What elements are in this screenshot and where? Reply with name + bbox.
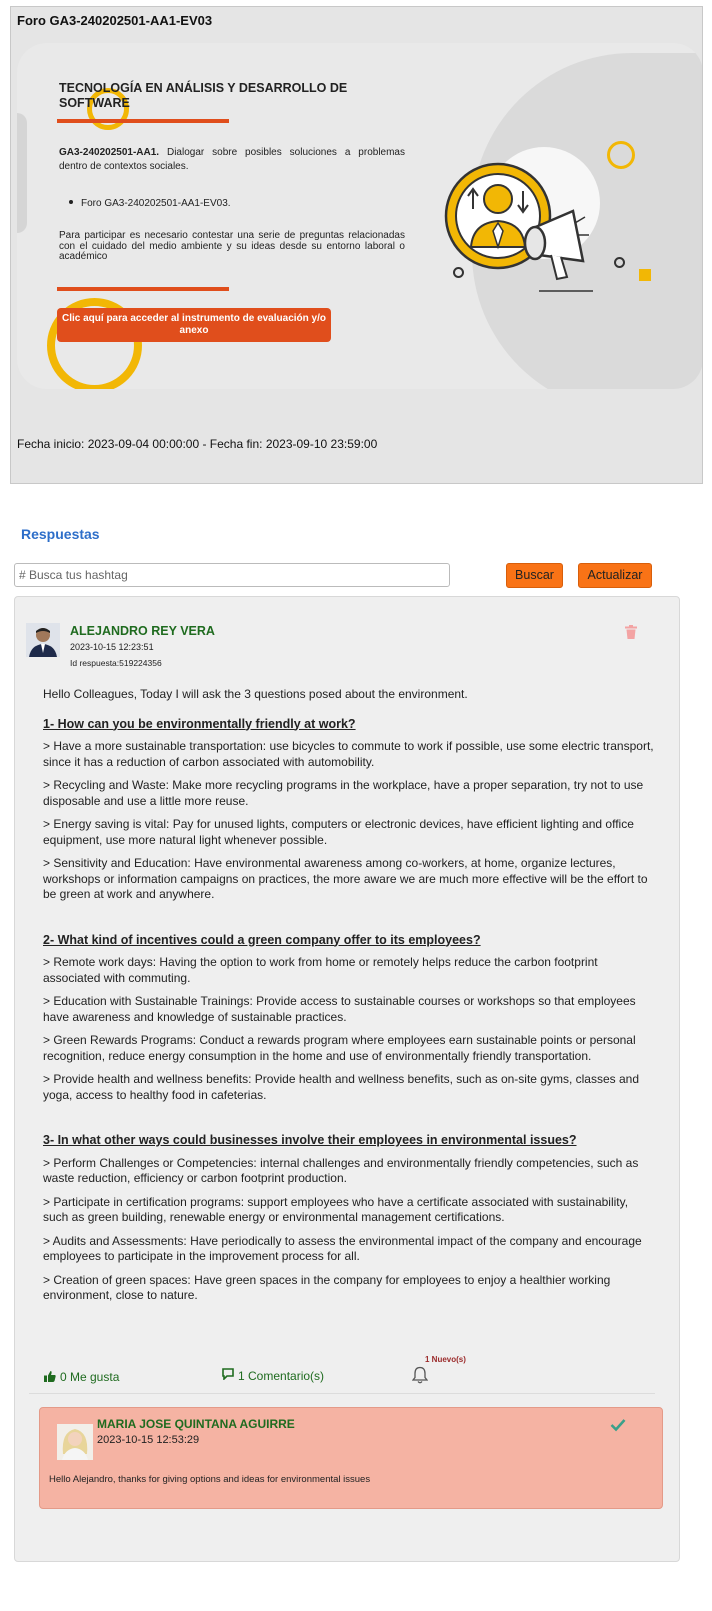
divider-line: [57, 287, 229, 291]
search-button[interactable]: Buscar: [506, 563, 563, 588]
question-heading: 3- In what other ways could businesses i…: [43, 1133, 577, 1147]
yellow-square-decoration: [639, 269, 651, 281]
participation-text: Para participar es necesario contestar u…: [59, 230, 405, 262]
answer-item: > Have a more sustainable transportation…: [43, 739, 654, 769]
hashtag-search-input[interactable]: [14, 563, 450, 587]
post-intro: Hello Colleagues, Today I will ask the 3…: [43, 687, 468, 701]
banner-decoration: [17, 113, 27, 233]
comments-button[interactable]: 1 Comentario(s): [222, 1368, 324, 1383]
comment-timestamp: 2023-10-15 12:53:29: [97, 1434, 200, 1446]
trash-icon[interactable]: [625, 625, 637, 639]
avatar: [57, 1424, 93, 1460]
comment-text: Hello Alejandro, thanks for giving optio…: [49, 1474, 371, 1485]
check-icon[interactable]: [610, 1418, 626, 1432]
responses-title: Respuestas: [21, 526, 100, 542]
activity-code: GA3-240202501-AA1.: [59, 147, 160, 158]
divider-line: [57, 119, 229, 123]
forum-panel: Foro GA3-240202501-AA1-EV03 TECNOLOGÍA E…: [10, 6, 703, 484]
activity-list-item: Foro GA3-240202501-AA1-EV03.: [81, 198, 231, 209]
post-body: Hello Colleagues, Today I will ask the 3…: [43, 687, 655, 1312]
answer-item: > Recycling and Waste: Make more recycli…: [43, 778, 644, 808]
answer-item: > Remote work days: Having the option to…: [43, 955, 598, 985]
activity-description: GA3-240202501-AA1. Dialogar sobre posibl…: [59, 146, 405, 174]
divider: [29, 1393, 655, 1394]
activity-list: Foro GA3-240202501-AA1-EV03.: [59, 198, 231, 209]
post-author[interactable]: ALEJANDRO REY VERA: [70, 624, 215, 638]
question-heading: 2- What kind of incentives could a green…: [43, 932, 481, 947]
avatar: [26, 623, 60, 657]
evaluation-instrument-button[interactable]: Clic aquí para acceder al instrumento de…: [57, 308, 331, 342]
user-avatar-icon: [26, 623, 60, 657]
bell-icon[interactable]: [412, 1366, 428, 1384]
answer-item: > Perform Challenges or Competencies: in…: [43, 1155, 639, 1186]
like-button[interactable]: 0 Me gusta: [44, 1370, 119, 1384]
post-card: ALEJANDRO REY VERA 2023-10-15 12:23:51 I…: [14, 596, 680, 1562]
post-actions: 0 Me gusta 1 Comentario(s) 1 Nuevo(s): [15, 1355, 681, 1387]
likes-count: 0 Me gusta: [60, 1370, 120, 1384]
post-timestamp: 2023-10-15 12:23:51: [70, 642, 154, 652]
question-heading: 1- How can you be environmentally friend…: [43, 716, 356, 731]
forum-banner: TECNOLOGÍA EN ANÁLISIS Y DESARROLLO DE S…: [17, 43, 702, 389]
answer-item: > Green Rewards Programs: Conduct a rewa…: [43, 1033, 636, 1063]
thumbs-up-icon: [44, 1371, 56, 1382]
answer-item: > Audits and Assessments: Have periodica…: [43, 1233, 642, 1264]
comment-icon: [222, 1368, 234, 1381]
user-avatar-icon: [57, 1424, 93, 1460]
answer-item: > Creation of green spaces: Have green s…: [43, 1272, 611, 1303]
answer-item: > Education with Sustainable Trainings: …: [43, 994, 636, 1024]
answer-item: > Sensitivity and Education: Have enviro…: [43, 856, 648, 901]
yellow-ring-decoration: [607, 141, 635, 169]
comment-card: MARIA JOSE QUINTANA AGUIRRE 2023-10-15 1…: [39, 1407, 663, 1509]
forum-title: Foro GA3-240202501-AA1-EV03: [17, 13, 213, 28]
comment-author[interactable]: MARIA JOSE QUINTANA AGUIRRE: [97, 1417, 295, 1431]
dot-decoration: [614, 257, 625, 268]
post-response-id: Id respuesta:519224356: [70, 658, 162, 668]
answer-item: > Participate in certification programs:…: [43, 1194, 629, 1225]
answer-item: > Energy saving is vital: Pay for unused…: [43, 817, 634, 847]
forum-megaphone-illustration-icon: [444, 162, 593, 292]
new-comments-badge: 1 Nuevo(s): [425, 1355, 466, 1364]
bullet-icon: [69, 200, 73, 205]
program-heading: TECNOLOGÍA EN ANÁLISIS Y DESARROLLO DE S…: [59, 81, 348, 110]
answer-item: > Provide health and wellness benefits: …: [43, 1072, 640, 1102]
refresh-button[interactable]: Actualizar: [578, 563, 652, 588]
forum-dates: Fecha inicio: 2023-09-04 00:00:00 - Fech…: [17, 437, 378, 451]
comments-count: 1 Comentario(s): [238, 1369, 325, 1383]
